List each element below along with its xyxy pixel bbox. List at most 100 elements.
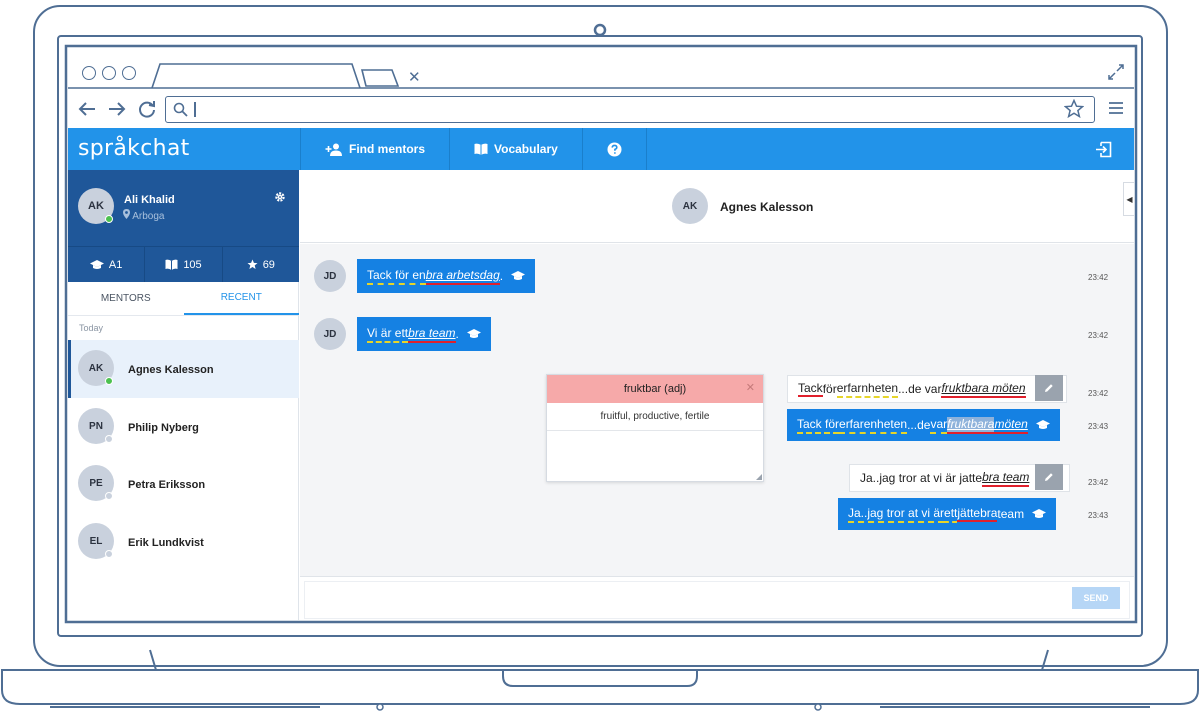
contact-item[interactable]: EL Erik Lundkvist	[68, 513, 299, 571]
message-text: Tack för en	[367, 268, 426, 285]
sender-avatar: JD	[314, 260, 346, 292]
tab-mentors[interactable]: MENTORS	[68, 282, 184, 315]
partner-avatar[interactable]: AK	[672, 188, 708, 224]
contact-avatar: PN	[78, 408, 114, 444]
browser-tab-bar: ✕	[68, 48, 1134, 92]
question-circle-icon	[607, 142, 622, 156]
window-close-dot[interactable]	[82, 66, 96, 80]
reload-icon[interactable]	[136, 98, 158, 120]
original-message-bubble[interactable]: Tack för erfarnheten ...de var fruktbara …	[787, 375, 1067, 403]
message-input[interactable]	[304, 581, 1130, 619]
user-stats: A1 105 69	[68, 246, 299, 282]
window-maximize-dot[interactable]	[122, 66, 136, 80]
user-avatar[interactable]: AK	[78, 188, 114, 224]
sprakchat-app: språkchat Find mentors Vocabulary AK Ali…	[68, 128, 1134, 620]
contact-item[interactable]: AK Agnes Kalesson	[68, 340, 299, 398]
user-profile: AK Ali Khalid Arboga	[68, 170, 299, 246]
contact-initials: AK	[88, 362, 104, 374]
contact-avatar: PE	[78, 465, 114, 501]
collapse-panel-handle[interactable]: ◀	[1123, 182, 1134, 216]
contact-item[interactable]: PE Petra Eriksson	[68, 455, 299, 513]
text-cursor	[194, 102, 196, 117]
chat-panel: AK Agnes Kalesson ◀ JD Tack för en bra a…	[300, 170, 1134, 620]
tab-recent[interactable]: RECENT	[183, 282, 299, 315]
vocab-term[interactable]: fruktbara	[947, 416, 995, 434]
message-list: JD Tack för en bra arbetsdag. 23:42 JD V…	[300, 244, 1134, 576]
help-button[interactable]	[581, 128, 647, 170]
find-mentors-button[interactable]: Find mentors	[300, 128, 449, 170]
back-arrow-icon[interactable]	[76, 98, 98, 120]
online-status-dot	[105, 215, 113, 223]
message-segment: ...de var	[898, 382, 942, 396]
message-segment: jättebra	[957, 506, 998, 522]
forward-arrow-icon[interactable]	[106, 98, 128, 120]
contact-name: Erik Lundkvist	[128, 537, 204, 549]
vocab-term[interactable]: fruktbara möten	[941, 381, 1026, 398]
user-location: Arboga	[123, 209, 164, 222]
pencil-icon	[1045, 384, 1053, 392]
vocab-term[interactable]: bra team	[408, 326, 456, 343]
edit-message-button[interactable]	[1035, 375, 1063, 401]
tab-close-icon[interactable]: ✕	[408, 70, 421, 85]
browser-toolbar	[68, 92, 1134, 128]
gear-icon[interactable]	[274, 191, 286, 203]
user-name: Ali Khalid	[124, 194, 175, 206]
message-time: 23:42	[1088, 331, 1109, 340]
address-bar[interactable]	[165, 96, 1095, 123]
stars-stat[interactable]: 69	[223, 247, 299, 282]
message-segment: för	[822, 382, 837, 396]
offline-status-dot	[105, 550, 113, 558]
bookmark-star-icon[interactable]	[1064, 99, 1084, 119]
message-segment: Tack	[798, 381, 823, 397]
sender-initials: JD	[323, 270, 337, 282]
message-segment: erfarenheten	[839, 417, 908, 434]
offline-status-dot	[105, 435, 113, 443]
graduation-cap-icon[interactable]	[466, 328, 481, 340]
message-segment: Tack för	[797, 417, 840, 434]
vocab-term[interactable]: bra arbetsdag	[425, 268, 500, 285]
edit-message-button[interactable]	[1035, 464, 1063, 490]
section-label-today: Today	[79, 323, 104, 333]
graduation-cap-icon[interactable]	[1032, 508, 1047, 520]
message-punctuation: .	[455, 327, 459, 341]
online-status-dot	[105, 377, 113, 385]
book-icon	[474, 143, 488, 155]
vocab-meaning: fruitful, productive, fertile	[547, 403, 763, 431]
brand-logo[interactable]: språkchat	[78, 136, 190, 161]
vocabulary-button[interactable]: Vocabulary	[449, 128, 582, 170]
message-segment: erfarnheten	[836, 381, 899, 398]
message-time: 23:42	[1088, 273, 1109, 282]
contact-item[interactable]: PN Philip Nyberg	[68, 398, 299, 456]
vocab-term[interactable]: möten	[994, 417, 1028, 434]
user-initials: AK	[88, 200, 104, 212]
message-segment: ett	[944, 506, 958, 523]
fullscreen-icon[interactable]	[1108, 64, 1124, 80]
location-pin-icon	[123, 209, 130, 219]
graduation-cap-icon[interactable]	[511, 270, 526, 282]
corrected-message-bubble[interactable]: Tack för erfarenheten ...de var fruktbara…	[787, 409, 1060, 441]
contact-avatar: AK	[78, 350, 114, 386]
message-bubble[interactable]: Tack för en bra arbetsdag.	[357, 259, 536, 293]
vocab-term[interactable]: bra team	[982, 470, 1030, 487]
message-segment: team	[997, 507, 1025, 521]
sign-out-icon[interactable]	[1095, 141, 1112, 158]
resize-handle-icon[interactable]	[756, 474, 762, 480]
add-user-icon	[325, 143, 342, 156]
message-bubble[interactable]: Vi är ett bra team.	[357, 317, 491, 351]
contact-avatar: EL	[78, 523, 114, 559]
window-minimize-dot[interactable]	[102, 66, 116, 80]
send-button[interactable]: SEND	[1072, 587, 1120, 609]
message-time: 23:42	[1088, 478, 1109, 487]
message-segment: Ja..jag tror at vi är jatte	[860, 471, 983, 485]
words-value: 105	[183, 258, 202, 271]
corrected-message-bubble[interactable]: Ja..jag tror at vi är ett jättebra team	[838, 498, 1057, 530]
browser-menu-icon[interactable]	[1108, 100, 1124, 116]
level-stat[interactable]: A1	[68, 247, 146, 282]
popup-header: fruktbar (adj) ✕	[547, 375, 763, 403]
vocab-word: fruktbar (adj)	[623, 383, 687, 395]
graduation-cap-icon[interactable]	[1035, 419, 1050, 431]
popup-close-icon[interactable]: ✕	[746, 381, 755, 394]
app-header: språkchat Find mentors Vocabulary	[68, 128, 1134, 170]
words-stat[interactable]: 105	[145, 247, 223, 282]
user-location-text: Arboga	[132, 211, 165, 222]
